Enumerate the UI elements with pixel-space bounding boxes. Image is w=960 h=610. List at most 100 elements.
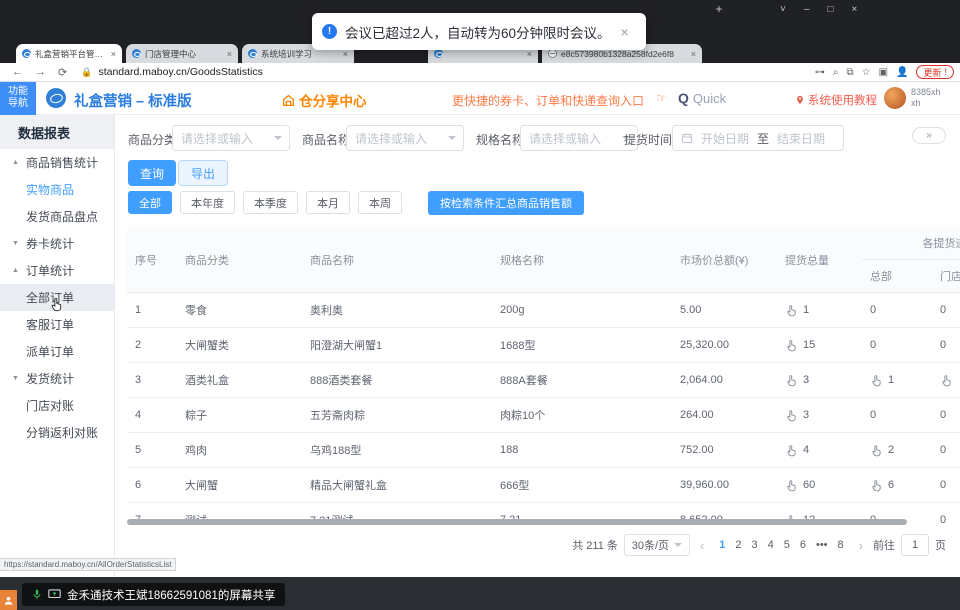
tutorial-link[interactable]: 系统使用教程: [795, 92, 877, 108]
cell-store[interactable]: 0: [932, 398, 960, 433]
cell-store[interactable]: 0: [932, 293, 960, 328]
start-date-placeholder[interactable]: 开始日期: [701, 130, 749, 147]
next-page-button[interactable]: ›: [855, 538, 867, 553]
pager-ellipsis[interactable]: •••: [811, 539, 833, 551]
cell-store[interactable]: 0: [932, 503, 960, 524]
share-icon[interactable]: ⧉: [846, 67, 853, 78]
cell-store[interactable]: 0: [932, 433, 960, 468]
export-button[interactable]: 导出: [178, 160, 228, 186]
sidebar-item-9[interactable]: 门店对账: [0, 392, 114, 419]
range-tab-0[interactable]: 全部: [128, 191, 172, 214]
range-tab-3[interactable]: 本月: [306, 191, 350, 214]
page-number-4[interactable]: 4: [763, 539, 779, 551]
cell-spec: 1688型: [492, 328, 672, 363]
pickup-hand-icon: [785, 339, 798, 352]
cell-value: 0: [870, 409, 876, 421]
sidebar-item-3[interactable]: ▼券卡统计: [0, 230, 114, 257]
expand-filters-button[interactable]: »: [912, 127, 946, 144]
cell-qty[interactable]: 60: [777, 468, 862, 503]
tab-close-icon[interactable]: ×: [225, 49, 232, 59]
cell-qty[interactable]: 15: [777, 328, 862, 363]
quick-search[interactable]: Q Quick: [678, 90, 726, 106]
lock-icon[interactable]: 🔒: [81, 67, 92, 78]
forward-icon[interactable]: →: [35, 66, 46, 78]
sidebar-item-8[interactable]: ▼发货统计: [0, 365, 114, 392]
prev-page-button[interactable]: ‹: [696, 538, 708, 553]
page-number-2[interactable]: 2: [730, 539, 746, 551]
cell-qty[interactable]: 3: [777, 398, 862, 433]
tab-close-icon[interactable]: ×: [109, 49, 116, 59]
cell-store[interactable]: 0: [932, 328, 960, 363]
page-number-5[interactable]: 5: [779, 539, 795, 551]
sidebar-item-0[interactable]: ▲商品销售统计: [0, 149, 114, 176]
sidebar-item-7[interactable]: 派单订单: [0, 338, 114, 365]
zoom-icon[interactable]: ⌕: [833, 67, 839, 78]
range-tab-4[interactable]: 本周: [358, 191, 402, 214]
maximize-icon[interactable]: □: [827, 4, 833, 15]
cell-hq[interactable]: 6: [862, 468, 932, 503]
filter-select-2[interactable]: 请选择或输入: [520, 125, 638, 151]
pickup-hand-icon: [785, 479, 798, 492]
cell-name: 五芳斋肉粽: [302, 398, 492, 433]
function-nav-button[interactable]: 功能导航: [0, 82, 36, 115]
browser-tab-0[interactable]: 礼盒营销平台管理中心 ×: [16, 44, 122, 63]
filter-select-0[interactable]: 请选择或输入: [172, 125, 290, 151]
tab-close-icon[interactable]: ×: [689, 49, 696, 59]
cell-store[interactable]: 0: [932, 468, 960, 503]
side-panel-icon[interactable]: ▣: [879, 67, 888, 78]
cell-store[interactable]: [932, 363, 960, 398]
sidebar-item-label: 商品销售统计: [26, 154, 98, 171]
page-number-8[interactable]: 8: [833, 539, 849, 551]
user-avatar[interactable]: [884, 87, 906, 109]
sidebar-item-2[interactable]: 发货商品盘点: [0, 203, 114, 230]
participant-icon[interactable]: [0, 590, 17, 610]
cell-hq[interactable]: 1: [862, 363, 932, 398]
screen-share-pill[interactable]: 金禾通技术王斌18662591081的屏幕共享: [22, 583, 285, 606]
goto-page-input[interactable]: [901, 534, 929, 556]
url-text[interactable]: standard.maboy.cn/GoodsStatistics: [98, 66, 262, 78]
share-center-link[interactable]: 仓分享中心: [282, 90, 367, 110]
tab-close-icon[interactable]: ×: [341, 49, 348, 59]
filter-select-1[interactable]: 请选择或输入: [346, 125, 464, 151]
reload-icon[interactable]: ⟳: [58, 66, 67, 79]
sidebar-item-4[interactable]: ▲订单统计: [0, 257, 114, 284]
cell-qty[interactable]: 3: [777, 363, 862, 398]
select-placeholder: 请选择或输入: [181, 130, 281, 147]
cell-spec: 188: [492, 433, 672, 468]
horizontal-scrollbar[interactable]: [127, 519, 907, 525]
profile-icon[interactable]: 👤: [896, 67, 908, 78]
calendar-icon: [681, 132, 693, 144]
window-close-icon[interactable]: ×: [851, 4, 857, 15]
summary-button[interactable]: 按检索条件汇总商品销售额: [428, 191, 584, 215]
cell-qty[interactable]: 1: [777, 293, 862, 328]
cell-hq[interactable]: 0: [862, 398, 932, 433]
end-date-placeholder[interactable]: 结束日期: [777, 130, 825, 147]
browser-tab-1[interactable]: 门店管理中心 ×: [126, 44, 238, 63]
query-button[interactable]: 查询: [128, 160, 176, 186]
bookmark-star-icon[interactable]: ☆: [862, 67, 871, 78]
cell-hq[interactable]: 0: [862, 293, 932, 328]
sidebar-item-6[interactable]: 客服订单: [0, 311, 114, 338]
browser-update-button[interactable]: 更新!: [916, 65, 954, 79]
cell-hq[interactable]: 2: [862, 433, 932, 468]
back-icon[interactable]: ←: [12, 66, 23, 78]
new-tab-button[interactable]: +: [712, 3, 726, 17]
key-icon[interactable]: ⊶: [815, 67, 825, 78]
sidebar-item-10[interactable]: 分销返利对账: [0, 419, 114, 446]
range-tab-2[interactable]: 本季度: [243, 191, 298, 214]
cell-amount: 264.00: [672, 398, 777, 433]
toast-close-icon[interactable]: ×: [621, 24, 629, 40]
page-size-select[interactable]: 30条/页: [624, 534, 690, 556]
cell-qty[interactable]: 4: [777, 433, 862, 468]
page-number-3[interactable]: 3: [746, 539, 762, 551]
pickup-date-range[interactable]: 开始日期 至 结束日期: [672, 125, 844, 151]
cell-hq[interactable]: 0: [862, 328, 932, 363]
tab-search-icon[interactable]: ˅: [780, 4, 786, 15]
page-number-1[interactable]: 1: [714, 539, 730, 551]
range-tab-1[interactable]: 本年度: [180, 191, 235, 214]
tab-close-icon[interactable]: ×: [525, 49, 532, 59]
minimize-icon[interactable]: –: [804, 4, 810, 15]
sidebar-item-1[interactable]: 实物商品: [0, 176, 114, 203]
page-number-6[interactable]: 6: [795, 539, 811, 551]
cell-value: 0: [870, 339, 876, 351]
